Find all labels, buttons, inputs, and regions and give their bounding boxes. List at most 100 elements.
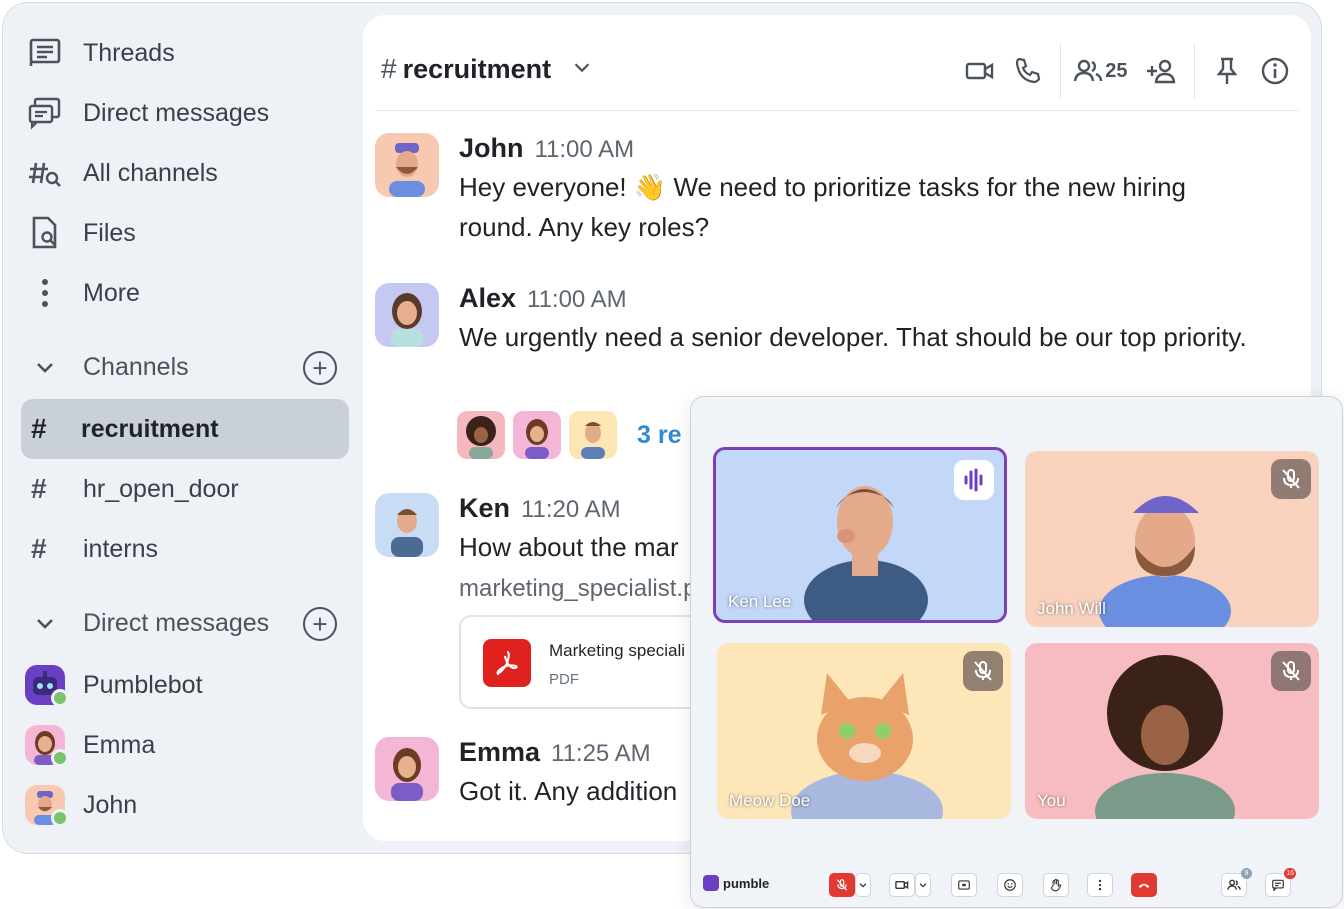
sidebar-dm-john[interactable]: John bbox=[21, 775, 349, 835]
emoji-icon bbox=[1004, 879, 1016, 891]
reactions-button[interactable] bbox=[997, 873, 1023, 897]
direct-messages-icon bbox=[21, 89, 69, 137]
channel-name: recruitment bbox=[402, 53, 552, 84]
end-call-button[interactable] bbox=[1131, 873, 1157, 897]
divider bbox=[1193, 43, 1195, 99]
channel-title[interactable]: # recruitment bbox=[381, 53, 593, 85]
more-options-button[interactable] bbox=[1087, 873, 1113, 897]
channel-search-icon bbox=[21, 149, 69, 197]
screen-share-icon bbox=[958, 880, 970, 890]
participants-button[interactable]: 9 bbox=[1221, 868, 1252, 897]
chevron-down-icon bbox=[21, 611, 69, 635]
avatar bbox=[375, 493, 439, 557]
mic-options-dropdown[interactable] bbox=[855, 873, 871, 897]
avatar bbox=[457, 411, 505, 459]
mic-off-icon bbox=[1271, 459, 1311, 499]
attachment-filename[interactable]: marketing_specialist.p bbox=[459, 575, 696, 603]
nav-threads[interactable]: Threads bbox=[21, 23, 349, 83]
chevron-down-icon bbox=[919, 883, 927, 888]
participant-tile-ken-lee[interactable]: Ken Lee bbox=[713, 447, 1007, 623]
nav-label: Direct messages bbox=[83, 98, 270, 127]
members-icon bbox=[1074, 59, 1103, 82]
channels-header-label: Channels bbox=[83, 352, 189, 381]
sidebar-dm-pumblebot[interactable]: Pumblebot bbox=[21, 655, 349, 715]
pumble-logo: pumble bbox=[703, 875, 769, 891]
call-window: Ken Lee John Will Meow Doe You pumble 9 … bbox=[690, 396, 1343, 908]
video-call-icon[interactable] bbox=[956, 47, 1004, 95]
mic-off-icon bbox=[836, 879, 848, 891]
message-text: We urgently need a senior developer. Tha… bbox=[459, 322, 1247, 352]
nav-direct-messages[interactable]: Direct messages bbox=[21, 83, 349, 143]
attachment-type: PDF bbox=[549, 671, 579, 688]
message-author[interactable]: John bbox=[459, 133, 524, 163]
phone-icon[interactable] bbox=[1004, 47, 1052, 95]
toggle-mic-button[interactable] bbox=[829, 873, 855, 897]
more-vertical-icon bbox=[1098, 879, 1102, 891]
more-vertical-icon bbox=[21, 269, 69, 317]
sidebar-channel-interns[interactable]: # interns bbox=[21, 519, 349, 579]
threads-icon bbox=[21, 29, 69, 77]
replies-link[interactable]: 3 re bbox=[637, 421, 681, 450]
nav-more[interactable]: More bbox=[21, 263, 349, 323]
dm-label: Pumblebot bbox=[83, 670, 203, 699]
participants-icon bbox=[1227, 879, 1241, 890]
add-member-icon[interactable] bbox=[1138, 47, 1186, 95]
nav-files[interactable]: Files bbox=[21, 203, 349, 263]
participants-badge: 9 bbox=[1241, 868, 1252, 879]
chevron-down-icon bbox=[21, 355, 69, 379]
pin-icon[interactable] bbox=[1203, 47, 1251, 95]
chat-button[interactable]: 16 bbox=[1265, 868, 1296, 897]
participant-tile-john-will[interactable]: John Will bbox=[1025, 451, 1319, 627]
sidebar-dm-emma[interactable]: Emma bbox=[21, 715, 349, 775]
participant-tile-meow-doe[interactable]: Meow Doe bbox=[717, 643, 1011, 819]
message-meta: Alex 11:00 AM bbox=[459, 283, 627, 314]
dm-section-header[interactable]: Direct messages + bbox=[21, 599, 349, 647]
online-status-dot bbox=[51, 749, 69, 767]
members-button[interactable]: 25 bbox=[1069, 47, 1131, 95]
raise-hand-button[interactable] bbox=[1043, 873, 1069, 897]
avatar bbox=[513, 411, 561, 459]
divider bbox=[1059, 43, 1062, 99]
toggle-camera-button[interactable] bbox=[889, 873, 915, 897]
call-toolbar: pumble 9 16 bbox=[691, 867, 1342, 903]
message-author[interactable]: Alex bbox=[459, 283, 516, 313]
camera-icon bbox=[895, 880, 909, 890]
chat-badge: 16 bbox=[1284, 868, 1296, 879]
participant-name: John Will bbox=[1037, 599, 1106, 618]
message-text: Hey everyone! 👋 We need to prioritize ta… bbox=[459, 172, 1187, 242]
channels-section-header[interactable]: Channels + bbox=[21, 343, 349, 391]
channel-label: hr_open_door bbox=[83, 474, 239, 503]
dm-label: John bbox=[83, 790, 138, 819]
nav-label: Files bbox=[83, 218, 136, 247]
add-dm-button[interactable]: + bbox=[303, 607, 337, 641]
dm-label: Emma bbox=[83, 730, 156, 759]
message-author[interactable]: Emma bbox=[459, 737, 540, 767]
chevron-down-icon bbox=[859, 883, 867, 888]
hash-icon: # bbox=[31, 533, 47, 564]
file-search-icon bbox=[21, 209, 69, 257]
participant-name: You bbox=[1037, 791, 1066, 810]
camera-options-dropdown[interactable] bbox=[915, 873, 931, 897]
hash-icon: # bbox=[31, 413, 47, 444]
avatar bbox=[375, 283, 439, 347]
participant-tile-you[interactable]: You bbox=[1025, 643, 1319, 819]
add-channel-button[interactable]: + bbox=[303, 351, 337, 385]
chevron-down-icon bbox=[571, 54, 593, 85]
nav-label: All channels bbox=[83, 158, 218, 187]
message-meta: Ken 11:20 AM bbox=[459, 493, 621, 524]
avatar bbox=[569, 411, 617, 459]
mic-off-icon bbox=[963, 651, 1003, 691]
speaking-indicator-icon bbox=[954, 460, 994, 500]
nav-label: More bbox=[83, 278, 140, 307]
pumble-logo-icon bbox=[703, 875, 719, 891]
nav-all-channels[interactable]: All channels bbox=[21, 143, 349, 203]
mic-off-icon bbox=[1271, 651, 1311, 691]
message-author[interactable]: Ken bbox=[459, 493, 510, 523]
info-icon[interactable] bbox=[1251, 47, 1299, 95]
channel-label: recruitment bbox=[81, 414, 219, 443]
channel-label: interns bbox=[83, 534, 159, 563]
screen-share-button[interactable] bbox=[951, 873, 977, 897]
sidebar-channel-hr-open-door[interactable]: # hr_open_door bbox=[21, 459, 349, 519]
sidebar-channel-recruitment[interactable]: # recruitment bbox=[21, 399, 349, 459]
thread-replies[interactable]: 3 re bbox=[457, 411, 681, 459]
